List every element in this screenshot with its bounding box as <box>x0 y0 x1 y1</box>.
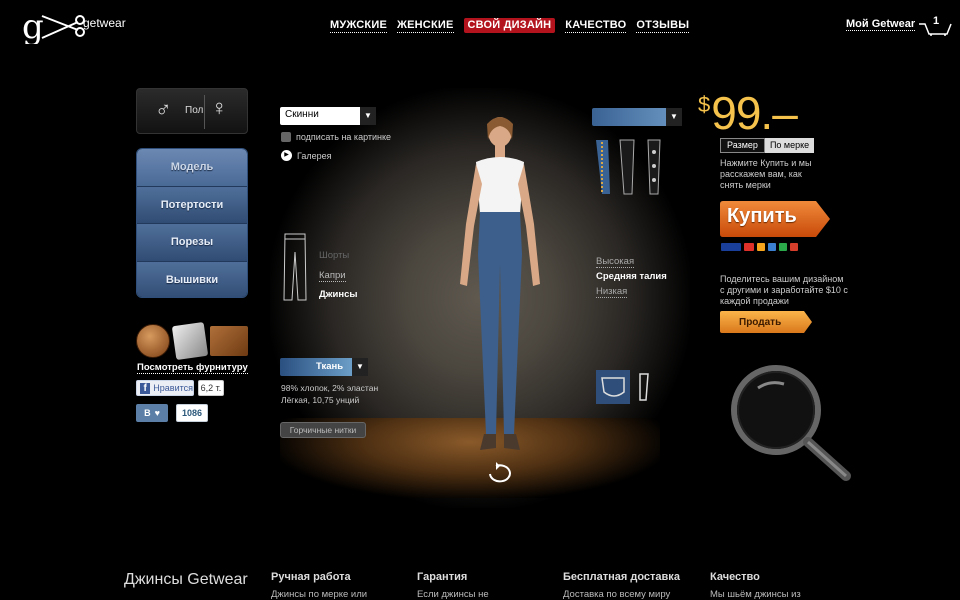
rise-mid[interactable]: Средняя талия <box>596 269 667 284</box>
nav-reviews[interactable]: ОТЗЫВЫ <box>636 18 690 33</box>
hardware-preview[interactable] <box>136 321 248 361</box>
menu-item-wear[interactable]: Потертости <box>137 186 247 224</box>
heart-icon: ♥ <box>154 408 160 418</box>
vk-like-count: 1086 <box>176 404 208 422</box>
nav-quality[interactable]: КАЧЕСТВО <box>565 18 627 33</box>
footer-col-handmade: Ручная работа Джинсы по мерке или <box>271 571 391 600</box>
footer-text: Доставка по всему миру <box>563 589 671 600</box>
footer-col-guarantee: Гарантия Если джинсы не <box>417 571 537 600</box>
menu-item-embroidery[interactable]: Вышивки <box>137 261 247 297</box>
footer-heading: Качество <box>710 571 760 583</box>
maestro-icon <box>757 243 765 251</box>
nav-men[interactable]: МУЖСКИЕ <box>330 18 387 33</box>
price-display: $99.– <box>698 86 798 140</box>
model-figure <box>460 117 540 450</box>
fabric-description: 98% хлопок, 2% эластан Лёгкая, 10,75 унц… <box>281 382 378 406</box>
gallery-link[interactable]: ▶ Галерея <box>281 150 332 161</box>
share-note: Поделитесь вашим дизайном с другими и за… <box>720 274 848 306</box>
leather-patch-icon <box>210 326 248 356</box>
my-account-link[interactable]: Мой Getwear <box>846 18 916 31</box>
play-icon: ▶ <box>281 150 292 161</box>
length-options: Шорты Капри Джинсы <box>319 246 357 305</box>
rise-low[interactable]: Низкая <box>596 286 628 298</box>
fabric-weight: Лёгкая, 10,75 унций <box>281 395 360 405</box>
chevron-down-icon: ▼ <box>360 107 376 125</box>
footer-title: Джинсы Getwear <box>124 571 248 588</box>
vk-like-button[interactable]: В ♥ <box>136 404 168 422</box>
fabric-dropdown[interactable]: Ткань ▼ <box>280 358 368 376</box>
nav-women[interactable]: ЖЕНСКИЕ <box>396 18 454 33</box>
gender-switch[interactable]: ♂ Пол ♀ <box>136 88 248 134</box>
svg-text:g: g <box>22 8 44 44</box>
amex-icon <box>768 243 776 251</box>
mastercard-icon <box>744 243 754 251</box>
yandex-money-icon <box>790 243 798 251</box>
gender-label: Пол <box>185 105 204 116</box>
facebook-like-button[interactable]: f Нравится <box>136 380 194 396</box>
webmoney-icon <box>779 243 787 251</box>
length-capri[interactable]: Капри <box>319 269 346 282</box>
chevron-down-icon: ▼ <box>352 358 368 376</box>
main-nav: МУЖСКИЕ ЖЕНСКИЕ СВОЙ ДИЗАЙН КАЧЕСТВО ОТЗ… <box>330 18 690 33</box>
logo-text[interactable]: getwear <box>83 16 126 30</box>
menu-item-cuts[interactable]: Порезы <box>137 224 247 262</box>
sign-checkbox[interactable] <box>281 132 291 142</box>
facebook-icon: f <box>140 382 151 394</box>
vk-icon: В <box>144 408 151 418</box>
footer-text: Если джинсы не <box>417 589 489 600</box>
tab-size[interactable]: Размер <box>720 138 765 153</box>
sell-label[interactable]: Продать <box>739 317 781 328</box>
footer-col-delivery: Бесплатная доставка Доставка по всему ми… <box>563 571 683 600</box>
currency-symbol: $ <box>698 92 710 117</box>
footer-heading: Ручная работа <box>271 571 351 583</box>
size-note: Нажмите Купить и мы расскажем вам, как с… <box>720 158 812 190</box>
fit-value: Скинни <box>285 109 319 120</box>
tab-custom-fit[interactable]: По мерке <box>764 138 815 153</box>
nav-own-design[interactable]: СВОЙ ДИЗАЙН <box>463 18 556 33</box>
footer-text: Мы шьём джинсы из <box>710 589 801 600</box>
design-menu: Модель Потертости Порезы Вышивки <box>136 148 248 298</box>
fly-options[interactable] <box>594 138 684 196</box>
price-value: 99.– <box>711 87 798 139</box>
gender-divider <box>204 95 205 129</box>
footer-text: Джинсы по мерке или <box>271 589 368 600</box>
rotate-icon[interactable] <box>484 462 516 486</box>
copper-button-icon <box>136 324 170 358</box>
view-hardware-link[interactable]: Посмотреть фурнитуру <box>137 362 248 374</box>
visa-icon <box>721 243 741 251</box>
gallery-label: Галерея <box>297 150 332 161</box>
pocket-options[interactable] <box>596 370 660 404</box>
thread-color-button[interactable]: Горчичные нитки <box>280 422 366 438</box>
payment-methods <box>721 243 798 251</box>
footer-heading: Бесплатная доставка <box>563 571 680 583</box>
cart-count[interactable]: 1 <box>933 15 939 27</box>
chevron-down-icon: ▼ <box>666 108 682 126</box>
footer-heading: Гарантия <box>417 571 468 583</box>
pants-length-icon <box>283 233 307 301</box>
fabric-value: Ткань <box>316 361 344 372</box>
rise-options: Высокая Средняя талия Низкая <box>596 254 667 299</box>
length-shorts[interactable]: Шорты <box>319 246 357 266</box>
size-tabs: Размер По мерке <box>720 138 815 153</box>
sign-label: подписать на картинке <box>296 132 392 142</box>
zoom-icon[interactable] <box>728 364 852 482</box>
sign-checkbox-row[interactable]: подписать на картинке <box>281 132 391 142</box>
footer-col-quality: Качество Мы шьём джинсы из <box>710 571 830 600</box>
menu-item-model[interactable]: Модель <box>137 149 247 187</box>
rise-high[interactable]: Высокая <box>596 256 635 268</box>
rivet-icon <box>171 321 209 361</box>
facebook-like-count: 6,2 т. <box>198 380 224 396</box>
length-jeans[interactable]: Джинсы <box>319 285 357 305</box>
male-icon[interactable]: ♂ <box>155 97 172 123</box>
buy-label[interactable]: Купить <box>727 205 797 228</box>
waistband-dropdown[interactable]: ▼ <box>592 108 682 126</box>
facebook-like-label: Нравится <box>153 383 193 393</box>
fabric-composition: 98% хлопок, 2% эластан <box>281 383 379 393</box>
female-icon[interactable]: ♀ <box>211 95 228 121</box>
fit-dropdown[interactable]: Скинни ▼ <box>280 107 376 125</box>
